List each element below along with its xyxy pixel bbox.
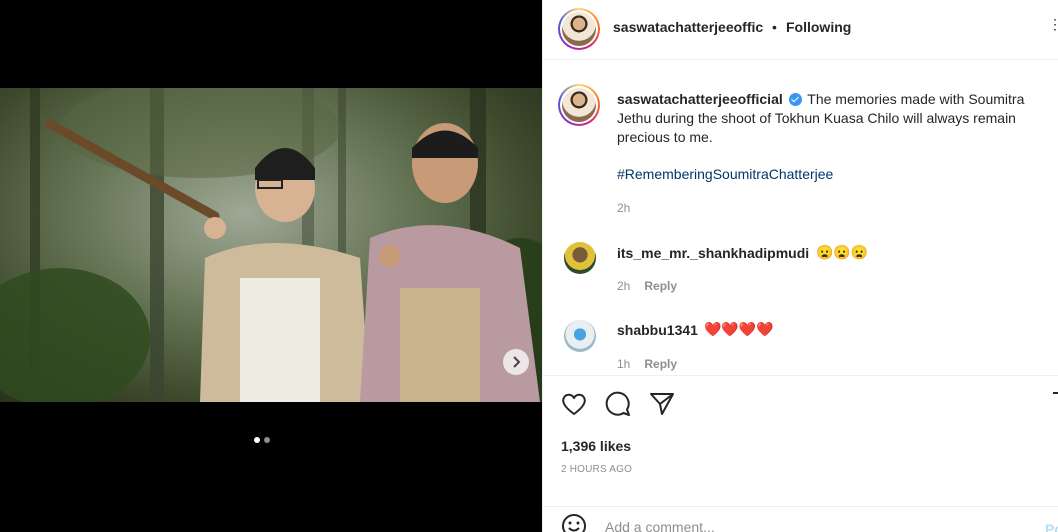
more-options-icon[interactable]: ⋮ (1048, 16, 1058, 33)
post-panel: saswatachatterjeeoffic • Following ⋮ sas… (542, 0, 1058, 532)
next-slide-button[interactable] (503, 349, 529, 375)
action-bar: 1,396 likes 2 HOURS AGO Po (543, 375, 1058, 532)
comment-icon[interactable] (605, 391, 631, 417)
save-bookmark-icon[interactable] (1052, 392, 1058, 418)
add-comment-bar: Po (543, 506, 1058, 532)
caption: saswatachatterjeeofficial The memories m… (617, 90, 1057, 147)
chevron-right-icon (513, 356, 521, 368)
post-media (0, 0, 542, 532)
likes-count[interactable]: 1,396 likes (561, 438, 631, 454)
comment-avatar[interactable] (564, 242, 596, 274)
photo-scene (0, 88, 542, 402)
carousel-indicator (254, 437, 270, 443)
comment-meta: 2h Reply (617, 279, 677, 293)
like-heart-icon[interactable] (561, 392, 587, 416)
post-comment-button[interactable]: Po (1045, 521, 1058, 532)
comment-avatar[interactable] (564, 320, 596, 352)
comment-username[interactable]: shabbu1341 (617, 322, 698, 338)
comment-username[interactable]: its_me_mr._shankhadipmudi (617, 245, 809, 261)
post-timestamp: 2 HOURS AGO (561, 464, 633, 475)
verified-badge-icon (788, 93, 802, 106)
caption-hashtag[interactable]: #RememberingSoumitraChatterjee (617, 166, 833, 182)
reply-button[interactable]: Reply (644, 279, 677, 293)
author-username[interactable]: saswatachatterjeeoffic (613, 19, 763, 35)
following-button[interactable]: Following (786, 19, 851, 35)
comment-text: ❤️❤️❤️❤️ (704, 321, 774, 337)
reply-button[interactable]: Reply (644, 357, 677, 371)
caption-age: 2h (617, 201, 631, 215)
comment-text: 😦😦😦 (816, 244, 869, 260)
emoji-icon[interactable] (561, 513, 587, 532)
carousel-dot-active (254, 437, 260, 443)
caption-avatar[interactable] (558, 84, 600, 126)
comment-age: 2h (617, 279, 631, 293)
comments-section: saswatachatterjeeofficial The memories m… (543, 61, 1058, 375)
header-separator: • (772, 19, 777, 35)
post-header: saswatachatterjeeoffic • Following ⋮ (543, 0, 1058, 60)
caption-username[interactable]: saswatachatterjeeofficial (617, 91, 783, 107)
author-avatar[interactable] (558, 8, 600, 50)
comment-age: 1h (617, 357, 631, 371)
comment-input[interactable] (605, 519, 985, 532)
post-photo[interactable] (0, 88, 542, 402)
comment-meta: 1h Reply (617, 357, 677, 371)
share-icon[interactable] (649, 392, 675, 416)
carousel-dot (264, 437, 270, 443)
